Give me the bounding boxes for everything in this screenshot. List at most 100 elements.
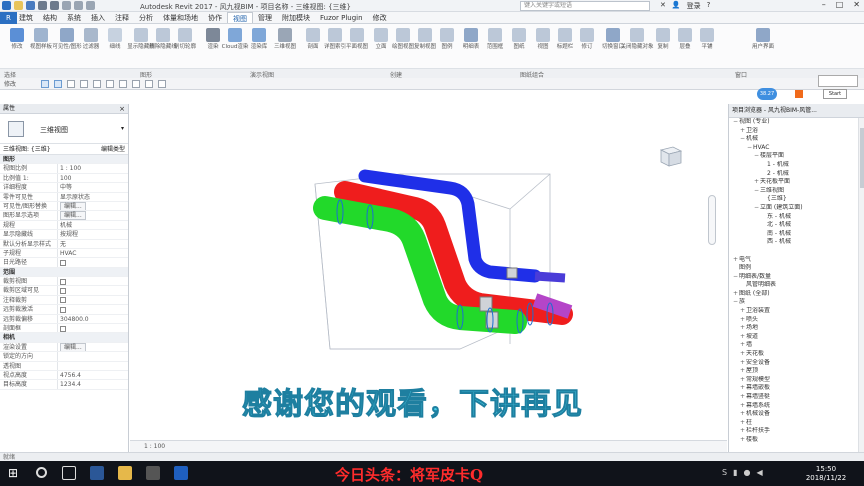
property-checkbox[interactable]: [60, 306, 66, 313]
property-checkbox[interactable]: [60, 287, 66, 294]
browser-item[interactable]: 2 - 机械: [729, 170, 864, 179]
tab-0[interactable]: 建筑: [14, 12, 38, 23]
property-value[interactable]: [57, 286, 128, 295]
property-value[interactable]: 100: [57, 173, 128, 183]
browser-item[interactable]: 1 - 机械: [729, 161, 864, 170]
dimension-button[interactable]: [106, 79, 115, 88]
browser-item[interactable]: −楼层平面: [729, 152, 864, 161]
cut-profile-button[interactable]: 剖切轮廓: [172, 28, 198, 68]
tab-6[interactable]: 体量和场地: [158, 12, 203, 23]
property-value[interactable]: 无: [57, 239, 128, 248]
browser-item[interactable]: 西 - 机械: [729, 238, 864, 247]
browser-item[interactable]: +坡道: [729, 333, 864, 342]
browser-item[interactable]: +屋顶: [729, 367, 864, 376]
property-value[interactable]: 1234.4: [57, 380, 128, 389]
browser-item[interactable]: 北 - 机械: [729, 221, 864, 230]
property-value[interactable]: 机械: [57, 220, 128, 230]
viewcube[interactable]: [655, 142, 685, 170]
edit-button[interactable]: 编辑...: [60, 342, 86, 352]
property-value[interactable]: [57, 305, 128, 314]
ortho-button[interactable]: [54, 79, 63, 88]
browser-item[interactable]: +幕墙竖梃: [729, 393, 864, 402]
screen-recorder-badge[interactable]: 38.27: [757, 88, 777, 100]
3d-nav-button[interactable]: [119, 79, 128, 88]
browser-item[interactable]: +幕墙嵌板: [729, 384, 864, 393]
search-icon[interactable]: [36, 467, 47, 478]
tab-10[interactable]: 附加模块: [277, 12, 315, 23]
property-value[interactable]: 编辑...: [57, 211, 128, 220]
property-value[interactable]: 4756.4: [57, 370, 128, 380]
modify-arrow-button[interactable]: 修改: [4, 28, 30, 68]
browser-item[interactable]: +常规模型: [729, 376, 864, 385]
browser-item[interactable]: −HVAC: [729, 144, 864, 153]
start-button[interactable]: Start: [823, 89, 847, 99]
user-icon[interactable]: 👤: [672, 1, 681, 11]
tab-9[interactable]: 管理: [253, 12, 277, 23]
browser-item[interactable]: −族: [729, 298, 864, 307]
help-icon[interactable]: ?: [707, 1, 711, 11]
browser-item[interactable]: 南 - 机械: [729, 230, 864, 239]
thin-line-button[interactable]: [145, 79, 154, 88]
tab-8[interactable]: 视图: [227, 12, 253, 23]
visibility-button[interactable]: 可见性/图形: [52, 28, 82, 68]
browser-item[interactable]: +卫浴: [729, 127, 864, 136]
browser-item[interactable]: +图纸 (全部): [729, 290, 864, 299]
browser-item[interactable]: 风管明细表: [729, 281, 864, 290]
browser-item[interactable]: −明细表/数量: [729, 273, 864, 282]
tab-2[interactable]: 系统: [62, 12, 86, 23]
property-value[interactable]: 按规程: [57, 230, 128, 239]
user-interface-button[interactable]: 用户界面: [750, 28, 776, 68]
login-link[interactable]: 登录: [687, 1, 701, 11]
tab-7[interactable]: 协作: [203, 12, 227, 23]
wechat-icon[interactable]: ●: [743, 468, 750, 477]
thin-lines-button[interactable]: 细线: [102, 28, 128, 68]
open-icon[interactable]: [14, 1, 23, 10]
revisions-button[interactable]: 修订: [574, 28, 600, 68]
browser-item[interactable]: +安全设备: [729, 359, 864, 368]
clock[interactable]: 15:50 2018/11/22: [798, 465, 854, 483]
property-checkbox[interactable]: [60, 259, 66, 266]
task-view-icon[interactable]: [62, 466, 76, 480]
tab-4[interactable]: 注释: [110, 12, 134, 23]
browser-item[interactable]: +场地: [729, 324, 864, 333]
record-stop-icon[interactable]: [795, 90, 803, 98]
view-template-button[interactable]: 视图样板: [28, 28, 54, 68]
browser-item[interactable]: +机械设备: [729, 410, 864, 419]
maximize-icon[interactable]: □: [836, 0, 844, 9]
scope-box-button[interactable]: 范围框: [482, 28, 508, 68]
browser-item[interactable]: +天花板平面: [729, 178, 864, 187]
tab-11[interactable]: Fuzor Plugin: [315, 12, 368, 23]
browser-item[interactable]: −立面 (建筑立面): [729, 204, 864, 213]
close-inactive-button[interactable]: [158, 79, 167, 88]
close-icon[interactable]: ✕: [853, 0, 860, 9]
property-value[interactable]: [57, 324, 128, 333]
app-logo-icon[interactable]: [2, 1, 11, 10]
sheet-button[interactable]: 图纸: [506, 28, 532, 68]
property-section[interactable]: 相机: [0, 333, 128, 343]
3d-view-button[interactable]: 三维视图: [272, 28, 298, 68]
circle-tool-button[interactable]: [67, 79, 76, 88]
browser-item[interactable]: −机械: [729, 135, 864, 144]
property-value[interactable]: 编辑...: [57, 342, 128, 352]
navigation-bar[interactable]: [708, 195, 716, 245]
word-icon[interactable]: [90, 466, 104, 480]
redo-icon[interactable]: [50, 1, 59, 10]
media-player-icon[interactable]: [146, 466, 160, 480]
browser-scrollbar[interactable]: [858, 118, 864, 456]
tab-1[interactable]: 结构: [38, 12, 62, 23]
browser-item[interactable]: {三维}: [729, 195, 864, 204]
browser-item[interactable]: +栏杆扶手: [729, 427, 864, 436]
tab-5[interactable]: 分析: [134, 12, 158, 23]
property-section[interactable]: 范围: [0, 267, 128, 278]
snap-button[interactable]: [41, 79, 50, 88]
browser-item[interactable]: +电气: [729, 256, 864, 265]
browser-item[interactable]: +卫浴装置: [729, 307, 864, 316]
edit-type-button[interactable]: 编辑类型: [101, 144, 125, 155]
view-scale[interactable]: 1 : 100: [144, 443, 165, 450]
tile-button[interactable]: 平铺: [694, 28, 720, 68]
edit-button[interactable]: 编辑...: [60, 211, 86, 220]
browser-item[interactable]: [729, 247, 864, 256]
tab-12[interactable]: 修改: [368, 12, 392, 23]
property-value[interactable]: 1 : 100: [57, 164, 128, 173]
render-gallery-button[interactable]: 渲染库: [246, 28, 272, 68]
